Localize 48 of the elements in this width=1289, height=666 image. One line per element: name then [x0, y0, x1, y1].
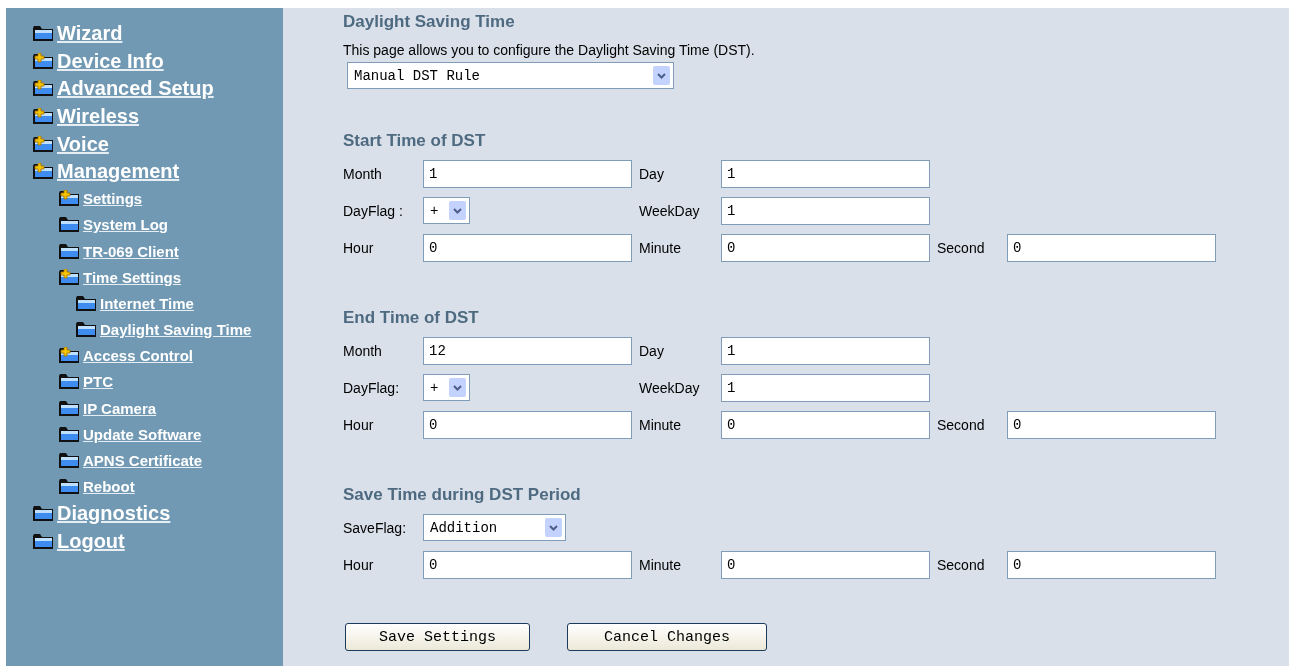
caret-icon	[449, 201, 466, 220]
field-label: SaveFlag:	[343, 519, 408, 536]
input-field[interactable]: 0	[423, 410, 632, 439]
input-field[interactable]: 0	[721, 233, 930, 262]
field-label: Second	[937, 239, 986, 256]
input-field[interactable]: 0	[721, 550, 930, 579]
caret-icon	[653, 66, 670, 85]
input-field[interactable]: 0	[423, 233, 632, 262]
dropdown[interactable]: +	[423, 374, 470, 401]
field-label: WeekDay	[639, 202, 701, 219]
dropdown[interactable]: +	[423, 197, 470, 224]
page-description: This page allows you to configure the Daylight Saving Time (DST).	[343, 42, 756, 58]
input-field[interactable]: 0	[1007, 410, 1216, 439]
caret-icon	[545, 518, 562, 537]
field-label: Second	[937, 556, 986, 573]
field-label: WeekDay	[639, 379, 701, 396]
action-button[interactable]: Cancel Changes	[567, 623, 767, 651]
field-label: Hour	[343, 239, 375, 256]
field-label: DayFlag:	[343, 379, 401, 396]
input-field[interactable]: 12	[423, 336, 632, 365]
dropdown[interactable]: Addition	[423, 514, 566, 541]
field-label: Minute	[639, 556, 683, 573]
input-field[interactable]: 1	[721, 373, 930, 402]
field-label: Month	[343, 342, 383, 359]
caret-icon	[449, 378, 466, 397]
input-field[interactable]: 0	[1007, 233, 1216, 262]
section-title: Start Time of DST	[343, 131, 487, 152]
action-button[interactable]: Save Settings	[345, 623, 530, 651]
field-label: Minute	[639, 416, 683, 433]
field-label: Second	[937, 416, 986, 433]
input-field[interactable]: 1	[721, 159, 930, 188]
field-label: Hour	[343, 416, 375, 433]
input-field[interactable]: 0	[423, 550, 632, 579]
page-title: Daylight Saving Time	[343, 12, 516, 33]
field-label: DayFlag :	[343, 202, 404, 219]
input-field[interactable]: 0	[1007, 550, 1216, 579]
field-label: Minute	[639, 239, 683, 256]
section-title: Save Time during DST Period	[343, 485, 582, 506]
input-field[interactable]: 1	[423, 159, 632, 188]
field-label: Day	[639, 342, 665, 359]
field-label: Hour	[343, 556, 375, 573]
input-field[interactable]: 0	[721, 410, 930, 439]
dropdown[interactable]: Manual DST Rule	[347, 62, 674, 89]
field-label: Day	[639, 165, 665, 182]
input-field[interactable]: 1	[721, 336, 930, 365]
field-label: Month	[343, 165, 383, 182]
input-field[interactable]: 1	[721, 196, 930, 225]
section-title: End Time of DST	[343, 308, 480, 329]
